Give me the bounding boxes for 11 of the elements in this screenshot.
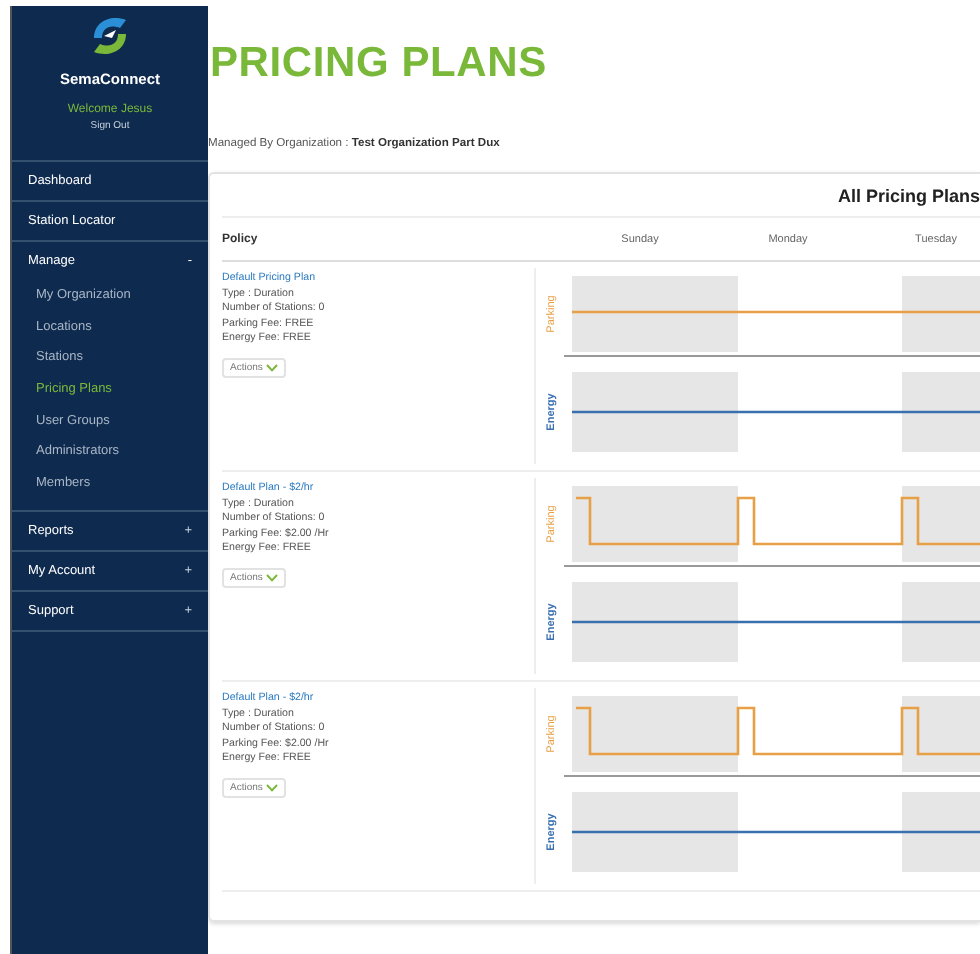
chevron-icon bbox=[266, 363, 279, 371]
chart-band bbox=[902, 696, 980, 772]
chart-band bbox=[902, 486, 980, 562]
chevron-icon bbox=[266, 783, 279, 791]
card-title: All Pricing Plans bbox=[222, 174, 980, 218]
chart-band bbox=[902, 276, 980, 352]
chart-band bbox=[902, 792, 980, 872]
chart-band bbox=[902, 372, 980, 452]
page-title: PRICING PLANS bbox=[208, 40, 549, 88]
chart-band bbox=[902, 582, 980, 662]
chevron-icon bbox=[266, 573, 279, 581]
